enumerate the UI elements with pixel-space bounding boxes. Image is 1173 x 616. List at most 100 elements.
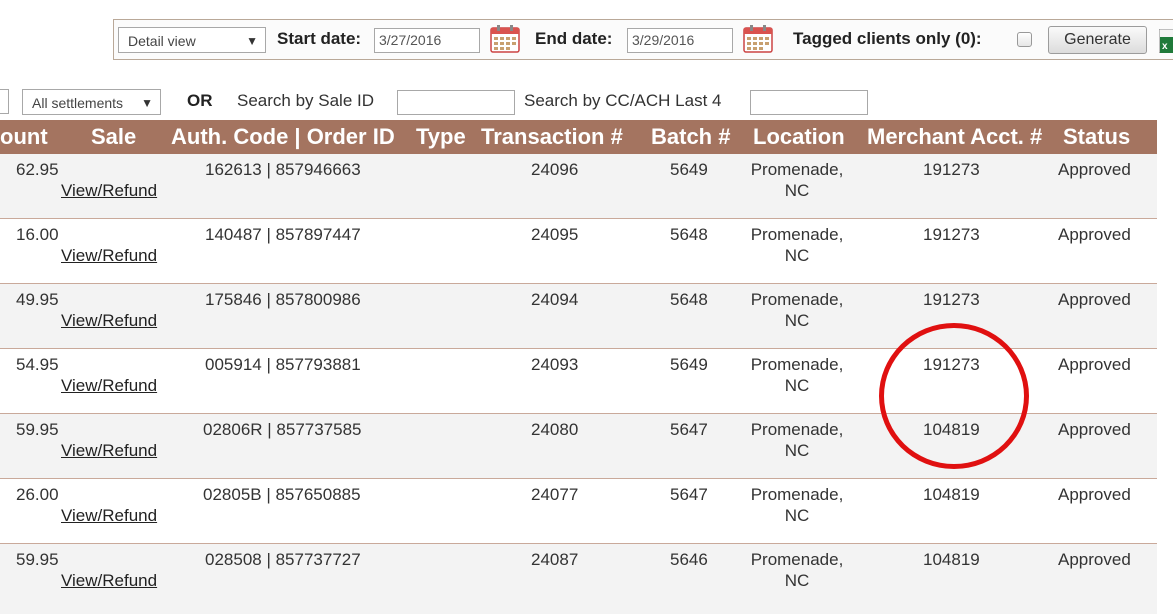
batch-cell: 5648 <box>670 225 708 244</box>
end-date-label: End date: <box>535 29 613 48</box>
cc-last4-input[interactable] <box>750 90 868 115</box>
auth-order-cell: 02805B | 857650885 <box>203 485 361 504</box>
amount-cell: 49.95 <box>16 290 59 309</box>
tagged-clients-label: Tagged clients only (0): <box>793 29 982 48</box>
view-refund-link[interactable]: View/Refund <box>61 245 157 266</box>
generate-button[interactable]: Generate <box>1048 26 1147 54</box>
amount-cell: 54.95 <box>16 355 59 374</box>
report-filter-bar: Detail view ▼ Start date: 3/27/2016 End … <box>113 19 1173 60</box>
start-date-value: 3/27/2016 <box>379 32 442 48</box>
transactions-table-body: 62.95 View/Refund 162613 | 857946663 240… <box>0 154 1157 614</box>
transaction-cell: 24093 <box>531 355 579 374</box>
amount-cell: 59.95 <box>16 420 59 439</box>
table-row: 26.00 View/Refund 02805B | 857650885 240… <box>0 479 1157 544</box>
status-cell: Approved <box>1058 225 1131 244</box>
batch-cell: 5647 <box>670 420 708 439</box>
tagged-clients-checkbox[interactable] <box>1017 32 1032 47</box>
cc-last4-label: Search by CC/ACH Last 4 <box>524 91 722 110</box>
amount-cell: 26.00 <box>16 485 59 504</box>
merchant-cell: 104819 <box>923 550 980 569</box>
transaction-cell: 24094 <box>531 290 579 309</box>
auth-order-cell: 02806R | 857737585 <box>203 420 362 439</box>
transaction-cell: 24080 <box>531 420 579 439</box>
status-cell: Approved <box>1058 290 1131 309</box>
view-refund-link[interactable]: View/Refund <box>61 180 157 201</box>
transaction-cell: 24095 <box>531 225 579 244</box>
col-sale[interactable]: Sale <box>91 120 136 154</box>
col-auth-order[interactable]: Auth. Code | Order ID <box>171 120 395 154</box>
view-refund-link[interactable]: View/Refund <box>61 375 157 396</box>
table-row: 54.95 View/Refund 005914 | 857793881 240… <box>0 349 1157 414</box>
location-cell: Promenade, NC <box>750 485 844 525</box>
location-cell: Promenade, NC <box>750 550 844 590</box>
start-date-label: Start date: <box>277 29 362 48</box>
batch-cell: 5648 <box>670 290 708 309</box>
batch-cell: 5646 <box>670 550 708 569</box>
batch-cell: 5649 <box>670 355 708 374</box>
merchant-cell: 191273 <box>923 160 980 179</box>
col-amount[interactable]: ount <box>0 120 48 154</box>
or-label: OR <box>187 91 213 110</box>
partial-input[interactable] <box>0 89 9 114</box>
sale-id-input[interactable] <box>397 90 515 115</box>
col-transaction[interactable]: Transaction # <box>481 120 623 154</box>
col-batch[interactable]: Batch # <box>651 120 730 154</box>
calendar-icon[interactable] <box>490 25 520 53</box>
location-cell: Promenade, NC <box>750 355 844 395</box>
table-row: 16.00 View/Refund 140487 | 857897447 240… <box>0 219 1157 284</box>
sale-id-label: Search by Sale ID <box>237 91 375 110</box>
merchant-cell: 191273 <box>923 225 980 244</box>
location-cell: Promenade, NC <box>750 160 844 200</box>
amount-cell: 59.95 <box>16 550 59 569</box>
view-refund-link[interactable]: View/Refund <box>61 310 157 331</box>
col-merchant[interactable]: Merchant Acct. # <box>867 120 1042 154</box>
start-date-input[interactable]: 3/27/2016 <box>374 28 480 53</box>
auth-order-cell: 175846 | 857800986 <box>205 290 361 309</box>
transaction-cell: 24087 <box>531 550 579 569</box>
auth-order-cell: 140487 | 857897447 <box>205 225 361 244</box>
location-cell: Promenade, NC <box>750 225 844 265</box>
transaction-cell: 24077 <box>531 485 579 504</box>
settlements-value: All settlements <box>32 95 124 111</box>
view-refund-link[interactable]: View/Refund <box>61 440 157 461</box>
end-date-input[interactable]: 3/29/2016 <box>627 28 733 53</box>
dropdown-arrow-icon: ▼ <box>246 34 258 48</box>
view-refund-link[interactable]: View/Refund <box>61 570 157 591</box>
settlements-select[interactable]: All settlements ▼ <box>22 89 161 115</box>
table-row: 49.95 View/Refund 175846 | 857800986 240… <box>0 284 1157 349</box>
table-row: 62.95 View/Refund 162613 | 857946663 240… <box>0 154 1157 219</box>
auth-order-cell: 162613 | 857946663 <box>205 160 361 179</box>
view-refund-link[interactable]: View/Refund <box>61 505 157 526</box>
col-location[interactable]: Location <box>753 120 845 154</box>
end-date-value: 3/29/2016 <box>632 32 695 48</box>
table-header: ount Sale Auth. Code | Order ID Type Tra… <box>0 120 1157 154</box>
batch-cell: 5649 <box>670 160 708 179</box>
status-cell: Approved <box>1058 160 1131 179</box>
batch-cell: 5647 <box>670 485 708 504</box>
view-mode-value: Detail view <box>128 33 196 49</box>
excel-export-icon[interactable]: x <box>1159 29 1173 53</box>
status-cell: Approved <box>1058 550 1131 569</box>
col-status[interactable]: Status <box>1063 120 1130 154</box>
amount-cell: 16.00 <box>16 225 59 244</box>
location-cell: Promenade, NC <box>750 420 844 460</box>
table-row: 59.95 View/Refund 02806R | 857737585 240… <box>0 414 1157 479</box>
calendar-icon[interactable] <box>743 25 773 53</box>
status-cell: Approved <box>1058 420 1131 439</box>
status-cell: Approved <box>1058 485 1131 504</box>
merchant-cell: 104819 <box>923 485 980 504</box>
merchant-cell: 191273 <box>923 355 980 374</box>
col-type[interactable]: Type <box>416 120 466 154</box>
amount-cell: 62.95 <box>16 160 59 179</box>
merchant-cell: 191273 <box>923 290 980 309</box>
view-mode-select[interactable]: Detail view ▼ <box>118 27 266 53</box>
svg-text:x: x <box>1162 41 1168 52</box>
status-cell: Approved <box>1058 355 1131 374</box>
transaction-cell: 24096 <box>531 160 579 179</box>
dropdown-arrow-icon: ▼ <box>141 96 153 110</box>
auth-order-cell: 028508 | 857737727 <box>205 550 361 569</box>
table-row: 59.95 View/Refund 028508 | 857737727 240… <box>0 544 1157 614</box>
merchant-cell: 104819 <box>923 420 980 439</box>
auth-order-cell: 005914 | 857793881 <box>205 355 361 374</box>
location-cell: Promenade, NC <box>750 290 844 330</box>
